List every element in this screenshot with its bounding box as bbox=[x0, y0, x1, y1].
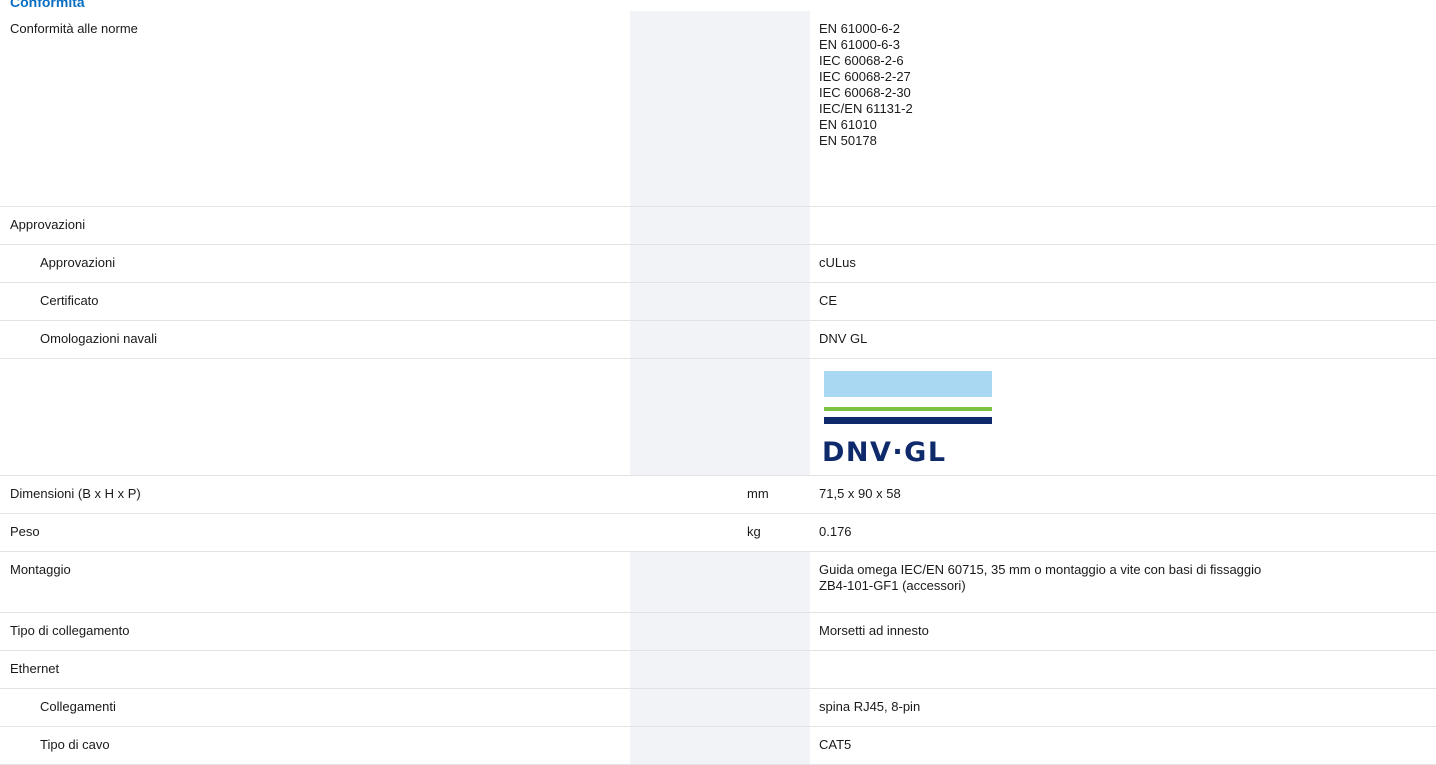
row-label: Approvazioni bbox=[0, 206, 630, 245]
row-value: CAT5 bbox=[810, 726, 1436, 765]
table-row: Omologazioni navali DNV GL bbox=[0, 320, 1436, 359]
table-row: Dimensioni (B x H x P) mm 71,5 x 90 x 58 bbox=[0, 475, 1436, 514]
value-line: EN 61000-6-3 bbox=[819, 37, 900, 52]
row-unit bbox=[630, 11, 810, 207]
row-label: Tipo di collegamento bbox=[0, 612, 630, 651]
row-label: Peso bbox=[0, 513, 630, 552]
row-label: Montaggio bbox=[0, 551, 630, 613]
table-row: Ethernet bbox=[0, 650, 1436, 689]
dnv-gl-logo: DNV·GL bbox=[824, 370, 992, 467]
value-line: EN 61000-6-2 bbox=[819, 21, 900, 36]
table-row: Collegamenti spina RJ45, 8-pin bbox=[0, 688, 1436, 727]
row-label: Collegamenti bbox=[0, 688, 630, 727]
table-row: Peso kg 0.176 bbox=[0, 513, 1436, 552]
row-value: 71,5 x 90 x 58 bbox=[810, 475, 1436, 514]
row-unit bbox=[630, 358, 810, 476]
row-unit: kg bbox=[630, 513, 810, 552]
value-line: EN 61010 bbox=[819, 117, 877, 132]
table-row: Approvazioni cULus bbox=[0, 244, 1436, 283]
value-line: IEC 60068-2-30 bbox=[819, 85, 911, 100]
value-line: IEC 60068-2-27 bbox=[819, 69, 911, 84]
row-unit bbox=[630, 244, 810, 283]
row-unit bbox=[630, 688, 810, 727]
row-unit bbox=[630, 206, 810, 245]
row-label: Conformità alle norme bbox=[0, 11, 630, 207]
row-value: 0.176 bbox=[810, 513, 1436, 552]
row-unit bbox=[630, 282, 810, 321]
value-line: IEC 60068-2-6 bbox=[819, 53, 904, 68]
row-value: Guida omega IEC/EN 60715, 35 mm o montag… bbox=[810, 551, 1436, 613]
table-row: Tipo di cavo CAT5 bbox=[0, 726, 1436, 765]
row-label: Tipo di cavo bbox=[0, 726, 630, 765]
value-line: EN 50178 bbox=[819, 133, 877, 148]
value-line: Guida omega IEC/EN 60715, 35 mm o montag… bbox=[819, 561, 1262, 577]
row-label: Approvazioni bbox=[0, 244, 630, 283]
table-row: Conformità alle norme EN 61000-6-2 EN 61… bbox=[0, 11, 1436, 207]
row-value: Morsetti ad innesto bbox=[810, 612, 1436, 651]
row-label bbox=[0, 358, 630, 476]
table-row: Montaggio Guida omega IEC/EN 60715, 35 m… bbox=[0, 551, 1436, 613]
table-row: Certificato CE bbox=[0, 282, 1436, 321]
row-label: Certificato bbox=[0, 282, 630, 321]
table-row: Approvazioni bbox=[0, 206, 1436, 245]
row-value: CE bbox=[810, 282, 1436, 321]
value-line: IEC/EN 61131-2 bbox=[819, 101, 913, 116]
row-value: DNV GL bbox=[810, 320, 1436, 359]
row-value: spina RJ45, 8-pin bbox=[810, 688, 1436, 727]
row-value bbox=[810, 206, 1436, 245]
row-value: DNV·GL bbox=[810, 358, 1436, 476]
row-unit bbox=[630, 726, 810, 765]
row-value bbox=[810, 650, 1436, 689]
row-value: cULus bbox=[810, 244, 1436, 283]
row-label: Omologazioni navali bbox=[0, 320, 630, 359]
table-row: DNV·GL bbox=[0, 358, 1436, 476]
value-line: ZB4-101-GF1 (accessori) bbox=[819, 577, 966, 593]
row-label: Ethernet bbox=[0, 650, 630, 689]
row-unit bbox=[630, 551, 810, 613]
row-unit: mm bbox=[630, 475, 810, 514]
row-unit bbox=[630, 650, 810, 689]
row-unit bbox=[630, 612, 810, 651]
svg-text:DNV·GL: DNV·GL bbox=[824, 437, 947, 467]
row-value: EN 61000-6-2 EN 61000-6-3 IEC 60068-2-6 … bbox=[810, 11, 1436, 207]
spec-table: Conformità alle norme EN 61000-6-2 EN 61… bbox=[0, 11, 1436, 765]
table-row: Tipo di collegamento Morsetti ad innesto bbox=[0, 612, 1436, 651]
row-unit bbox=[630, 320, 810, 359]
section-title: Conformità bbox=[10, 0, 85, 10]
row-label: Dimensioni (B x H x P) bbox=[0, 475, 630, 514]
